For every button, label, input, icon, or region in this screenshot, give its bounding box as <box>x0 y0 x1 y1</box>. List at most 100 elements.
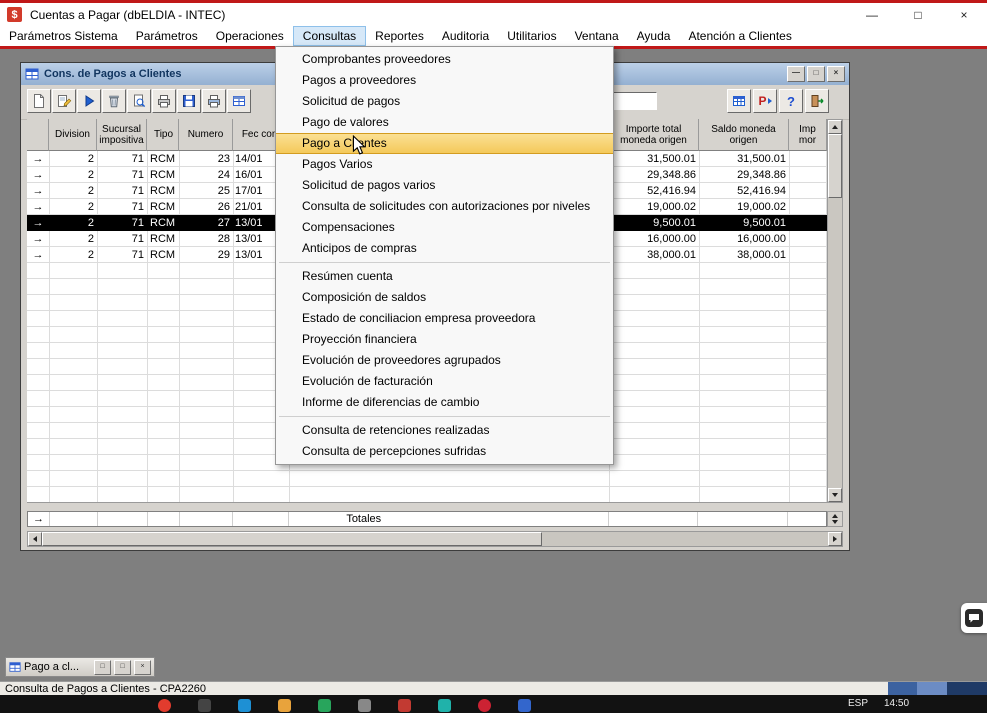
preview-button[interactable] <box>127 89 151 113</box>
taskbar-app-icon[interactable] <box>478 699 491 712</box>
header-tipo[interactable]: Tipo <box>147 119 179 151</box>
cell-importe: 29,348.86 <box>609 167 699 183</box>
child-minimize-button[interactable]: — <box>787 66 805 82</box>
new-button[interactable] <box>27 89 51 113</box>
menu-item-informe-diferencias-cambio[interactable]: Informe de diferencias de cambio <box>276 392 613 413</box>
totals-row: → Totales <box>27 511 827 527</box>
cell-saldo: 38,000.01 <box>699 247 789 263</box>
totals-spinner[interactable] <box>827 511 843 527</box>
vertical-scrollbar[interactable] <box>827 119 843 503</box>
edit-button[interactable] <box>52 89 76 113</box>
taskbar-app-icon[interactable] <box>518 699 531 712</box>
header-division[interactable]: Division <box>49 119 97 151</box>
taskbar-app-icon[interactable] <box>278 699 291 712</box>
menu-item-consulta-solicitudes-autorizaciones[interactable]: Consulta de solicitudes con autorizacion… <box>276 196 613 217</box>
menu-item-compensaciones[interactable]: Compensaciones <box>276 217 613 238</box>
row-selector[interactable]: → <box>27 231 49 247</box>
header-numero[interactable]: Numero <box>179 119 233 151</box>
menu-item-pago-a-clientes[interactable]: Pago a Clientes <box>276 133 613 154</box>
menu-item-composicion-saldos[interactable]: Composición de saldos <box>276 287 613 308</box>
maximize-button[interactable]: □ <box>895 3 941 26</box>
menu-item-evolucion-facturacion[interactable]: Evolución de facturación <box>276 371 613 392</box>
menubar-item-ventana[interactable]: Ventana <box>566 26 628 46</box>
horizontal-scrollbar[interactable] <box>27 531 843 547</box>
menu-item-estado-conciliacion[interactable]: Estado de conciliacion empresa proveedor… <box>276 308 613 329</box>
menubar-item-consultas[interactable]: Consultas <box>293 26 366 46</box>
menu-item-pago-de-valores[interactable]: Pago de valores <box>276 112 613 133</box>
taskbar-app-icon[interactable] <box>318 699 331 712</box>
menu-item-solicitud-pagos-varios[interactable]: Solicitud de pagos varios <box>276 175 613 196</box>
menubar-item-reportes[interactable]: Reportes <box>366 26 433 46</box>
scroll-right-button[interactable] <box>828 532 842 546</box>
child-maximize-button[interactable]: □ <box>807 66 825 82</box>
export-button[interactable] <box>227 89 251 113</box>
menubar-item-parametros-sistema[interactable]: Parámetros Sistema <box>0 26 127 46</box>
menu-item-solicitud-de-pagos[interactable]: Solicitud de pagos <box>276 91 613 112</box>
row-selector[interactable]: → <box>27 151 49 167</box>
menu-item-pagos-a-proveedores[interactable]: Pagos a proveedores <box>276 70 613 91</box>
menu-item-comprobantes-proveedores[interactable]: Comprobantes proveedores <box>276 49 613 70</box>
menu-item-anticipos-compras[interactable]: Anticipos de compras <box>276 238 613 259</box>
header-importe[interactable]: Importe total moneda origen <box>609 119 699 151</box>
currency-button[interactable]: P <box>753 89 777 113</box>
save-button[interactable] <box>177 89 201 113</box>
header-imp[interactable]: Imp mor <box>789 119 827 151</box>
minimized-window-pago-a-clientes[interactable]: Pago a cl... □ □ × <box>5 657 155 677</box>
vertical-scroll-thumb[interactable] <box>828 134 842 198</box>
menubar-item-ayuda[interactable]: Ayuda <box>628 26 680 46</box>
dollar-icon: $ <box>11 9 17 21</box>
menubar-item-auditoria[interactable]: Auditoria <box>433 26 498 46</box>
minimized-close-button[interactable]: × <box>134 660 151 675</box>
taskbar-app-icon[interactable] <box>438 699 451 712</box>
taskbar-app-icon[interactable] <box>198 699 211 712</box>
taskbar-language[interactable]: ESP <box>848 698 868 709</box>
cell-tipo: RCM <box>147 247 179 263</box>
row-selector[interactable]: → <box>27 247 49 263</box>
row-selector[interactable]: → <box>27 215 49 231</box>
run-button[interactable] <box>77 89 101 113</box>
cell-numero: 26 <box>179 199 233 215</box>
cell-saldo: 31,500.01 <box>699 151 789 167</box>
minimize-button[interactable]: — <box>849 3 895 26</box>
menubar-item-operaciones[interactable]: Operaciones <box>207 26 293 46</box>
header-saldo[interactable]: Saldo moneda origen <box>699 119 789 151</box>
menu-item-evolucion-proveedores[interactable]: Evolución de proveedores agrupados <box>276 350 613 371</box>
app-icon: $ <box>7 7 22 22</box>
menu-item-consulta-retenciones[interactable]: Consulta de retenciones realizadas <box>276 420 613 441</box>
taskbar-app-icon[interactable] <box>238 699 251 712</box>
exit-button[interactable] <box>805 89 829 113</box>
scroll-down-button[interactable] <box>828 488 842 502</box>
menu-item-resumen-cuenta[interactable]: Resúmen cuenta <box>276 266 613 287</box>
taskbar-app-icon[interactable] <box>398 699 411 712</box>
print-setup-button[interactable] <box>202 89 226 113</box>
menu-item-proyeccion-financiera[interactable]: Proyección financiera <box>276 329 613 350</box>
horizontal-scroll-thumb[interactable] <box>42 532 542 546</box>
print-button[interactable] <box>152 89 176 113</box>
scroll-left-button[interactable] <box>28 532 42 546</box>
chat-overlay-button[interactable] <box>961 603 987 633</box>
taskbar-clock[interactable]: 14:50 <box>884 698 909 709</box>
row-selector[interactable]: → <box>27 199 49 215</box>
menubar-item-parametros[interactable]: Parámetros <box>127 26 207 46</box>
grid-view-button[interactable] <box>727 89 751 113</box>
row-selector[interactable]: → <box>27 167 49 183</box>
menu-item-consulta-percepciones[interactable]: Consulta de percepciones sufridas <box>276 441 613 462</box>
menubar-item-atencion-a-clientes[interactable]: Atención a Clientes <box>679 26 800 46</box>
row-selector[interactable]: → <box>27 183 49 199</box>
window-controls: — □ × <box>849 3 987 26</box>
close-button[interactable]: × <box>941 3 987 26</box>
child-close-button[interactable]: × <box>827 66 845 82</box>
taskbar-app-icon[interactable] <box>358 699 371 712</box>
printer-icon <box>156 93 172 109</box>
menubar-item-utilitarios[interactable]: Utilitarios <box>498 26 565 46</box>
menu-item-pagos-varios[interactable]: Pagos Varios <box>276 154 613 175</box>
header-sucursal[interactable]: Sucursal impositiva <box>97 119 147 151</box>
cell-saldo: 9,500.01 <box>699 215 789 231</box>
scroll-up-button[interactable] <box>828 120 842 134</box>
minimized-restore-button[interactable]: □ <box>94 660 111 675</box>
minimized-maximize-button[interactable]: □ <box>114 660 131 675</box>
help-button[interactable]: ? <box>779 89 803 113</box>
taskbar-app-icon[interactable] <box>158 699 171 712</box>
delete-button[interactable] <box>102 89 126 113</box>
app-titlebar: $ Cuentas a Pagar (dbELDIA - INTEC) — □ … <box>0 3 987 26</box>
